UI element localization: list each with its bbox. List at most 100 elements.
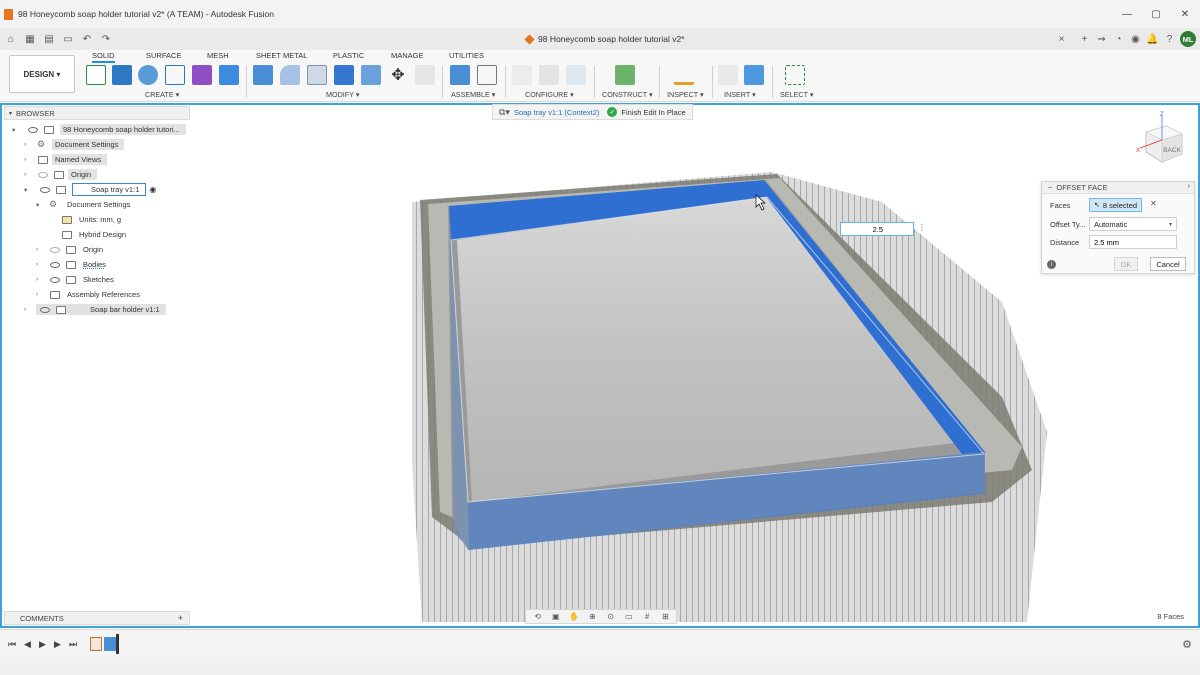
- tab-sheet-metal[interactable]: SHEET METAL: [256, 51, 307, 60]
- browser-item-root[interactable]: ▾ 98 Honeycomb soap holder tutori...: [4, 122, 190, 137]
- revolve-icon[interactable]: [138, 65, 158, 85]
- eye-icon[interactable]: [50, 276, 60, 283]
- physical-material-icon[interactable]: [415, 65, 435, 85]
- viewports-icon[interactable]: ⊞: [658, 611, 673, 622]
- browser-item-origin[interactable]: › Origin: [4, 167, 190, 182]
- browser-item-assembly-references[interactable]: › Assembly References: [4, 287, 190, 302]
- fillet-icon[interactable]: [280, 65, 300, 85]
- play-icon[interactable]: ▶: [39, 639, 46, 650]
- group-create[interactable]: CREATE ▾: [145, 90, 179, 99]
- document-tab[interactable]: 98 Honeycomb soap holder tutorial v2*: [524, 31, 684, 47]
- timeline-feature-sketch[interactable]: [90, 637, 102, 651]
- info-icon[interactable]: i: [1047, 260, 1056, 269]
- group-inspect[interactable]: INSPECT ▾: [667, 90, 704, 99]
- minimize-icon[interactable]: —: [1112, 0, 1142, 28]
- more-options-icon[interactable]: ⋮: [918, 223, 926, 232]
- configure-icon[interactable]: [512, 65, 532, 85]
- tab-utilities[interactable]: UTILITIES: [449, 51, 484, 60]
- close-tab-icon[interactable]: ×: [1053, 31, 1070, 47]
- offset-plane-icon[interactable]: [615, 65, 635, 85]
- online-status-icon[interactable]: ◉: [1127, 31, 1144, 47]
- faces-selection-button[interactable]: ↖ 8 selected: [1089, 198, 1142, 212]
- close-icon[interactable]: ✕: [1170, 0, 1200, 28]
- browser-item-document-settings[interactable]: › ⚙ Document Settings: [4, 137, 190, 152]
- eye-icon[interactable]: [40, 306, 50, 313]
- tab-mesh[interactable]: MESH: [207, 51, 229, 60]
- chevron-down-icon[interactable]: ▾: [12, 126, 20, 134]
- zoom-icon[interactable]: ⊕: [585, 611, 600, 622]
- chevron-right-icon[interactable]: ›: [24, 171, 32, 178]
- insert-derive-icon[interactable]: [718, 65, 738, 85]
- group-assemble[interactable]: ASSEMBLE ▾: [451, 90, 495, 99]
- save-icon[interactable]: ▭: [60, 31, 76, 47]
- timeline-marker[interactable]: [116, 634, 119, 654]
- press-pull-icon[interactable]: [253, 65, 273, 85]
- browser-item-sketches[interactable]: › Sketches: [4, 272, 190, 287]
- dialog-header[interactable]: − OFFSET FACE ›: [1042, 182, 1194, 194]
- timeline-feature-offset-face[interactable]: [104, 637, 116, 651]
- add-comment-icon[interactable]: +: [178, 613, 183, 623]
- file-menu-icon[interactable]: ▤: [41, 31, 57, 47]
- help-icon[interactable]: ?: [1161, 31, 1178, 47]
- measure-icon[interactable]: [674, 65, 694, 85]
- undo-icon[interactable]: ↶: [79, 31, 95, 47]
- workspace-switcher[interactable]: DESIGN ▾: [9, 55, 75, 93]
- data-panel-icon[interactable]: ▦: [22, 31, 38, 47]
- home-icon[interactable]: ⌂: [3, 31, 19, 47]
- chevron-right-icon[interactable]: ›: [36, 246, 44, 253]
- offset-face-icon[interactable]: [361, 65, 381, 85]
- display-settings-icon[interactable]: ▭: [621, 611, 636, 622]
- pan-icon[interactable]: ✋: [567, 611, 582, 622]
- fit-icon[interactable]: ⊙: [603, 611, 618, 622]
- sweep-icon[interactable]: [165, 65, 185, 85]
- chevron-right-icon[interactable]: ›: [36, 291, 44, 298]
- chevron-right-icon[interactable]: ›: [36, 276, 44, 283]
- notifications-icon[interactable]: 🔔: [1144, 31, 1161, 47]
- group-insert[interactable]: INSERT ▾: [724, 90, 756, 99]
- user-avatar[interactable]: ML: [1180, 31, 1196, 47]
- ok-button[interactable]: OK: [1114, 257, 1138, 271]
- browser-item-soap-tray[interactable]: ▾ Soap tray v1:1 ◉: [4, 182, 190, 197]
- job-status-icon[interactable]: ◔: [1110, 31, 1127, 47]
- chevron-right-icon[interactable]: ›: [36, 261, 44, 268]
- browser-item-soap-bar-holder[interactable]: › Soap bar holder v1:1: [4, 302, 190, 317]
- comments-panel[interactable]: COMMENTS +: [4, 611, 190, 625]
- tab-surface[interactable]: SURFACE: [146, 51, 181, 60]
- select-icon[interactable]: [785, 65, 805, 85]
- collapse-icon[interactable]: ▾: [9, 110, 12, 117]
- configuration-table-icon[interactable]: [539, 65, 559, 85]
- expand-icon[interactable]: ›: [1188, 183, 1190, 190]
- maximize-icon[interactable]: ▢: [1141, 0, 1171, 28]
- insert-canvas-icon[interactable]: [744, 65, 764, 85]
- extrude-icon[interactable]: [112, 65, 132, 85]
- eye-icon[interactable]: [40, 186, 50, 193]
- joint-icon[interactable]: [477, 65, 497, 85]
- activate-radio-icon[interactable]: ◉: [149, 185, 156, 194]
- tab-plastic[interactable]: PLASTIC: [333, 51, 364, 60]
- parameters-icon[interactable]: [566, 65, 586, 85]
- group-configure[interactable]: CONFIGURE ▾: [525, 90, 574, 99]
- cancel-button[interactable]: Cancel: [1150, 257, 1186, 271]
- box-icon[interactable]: [219, 65, 239, 85]
- new-tab-icon[interactable]: +: [1076, 31, 1093, 47]
- chevron-down-icon[interactable]: ▾: [24, 186, 32, 194]
- collapse-icon[interactable]: −: [1048, 183, 1052, 192]
- group-modify[interactable]: MODIFY ▾: [326, 90, 359, 99]
- context-component-name[interactable]: Soap tray v1:1 (Context2): [514, 108, 599, 117]
- orbit-icon[interactable]: ⟲: [530, 611, 545, 622]
- chevron-right-icon[interactable]: ›: [24, 156, 32, 163]
- finish-edit-in-place-button[interactable]: Finish Edit In Place: [621, 108, 685, 117]
- create-sketch-icon[interactable]: [86, 65, 106, 85]
- browser-item-bodies[interactable]: › Bodies: [4, 257, 190, 272]
- step-back-icon[interactable]: ◀: [24, 639, 31, 650]
- browser-item-origin-child[interactable]: › Origin: [4, 242, 190, 257]
- tab-manage[interactable]: MANAGE: [391, 51, 424, 60]
- browser-item-units[interactable]: Units: mm, g: [4, 212, 190, 227]
- canvas-distance-input[interactable]: [840, 222, 914, 236]
- viewcube-face-label[interactable]: BACK: [1163, 147, 1181, 154]
- redo-icon[interactable]: ↷: [98, 31, 114, 47]
- distance-field[interactable]: [1089, 235, 1177, 249]
- chevron-down-icon[interactable]: ▾: [36, 201, 44, 209]
- move-copy-icon[interactable]: ✥: [388, 65, 408, 85]
- eye-icon[interactable]: [50, 261, 60, 268]
